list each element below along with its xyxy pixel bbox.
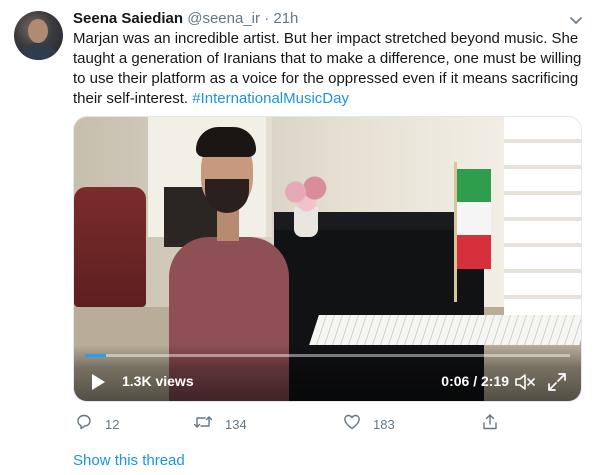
video-time: 0:06 / 2:19 xyxy=(441,373,509,389)
video-player[interactable]: 1.3K views 0:06 / 2:19 xyxy=(73,116,582,402)
like-count: 183 xyxy=(373,416,395,432)
scene-person-neck xyxy=(217,209,239,241)
scene-person-hair xyxy=(196,127,256,157)
retweet-icon xyxy=(193,413,213,436)
scene-armchair xyxy=(74,187,146,307)
avatar[interactable] xyxy=(14,11,63,60)
share-icon xyxy=(481,413,499,436)
video-progress-bar[interactable] xyxy=(85,354,570,357)
reply-button[interactable]: 12 xyxy=(75,413,119,435)
avatar-shirt xyxy=(18,43,59,60)
like-button[interactable]: 183 xyxy=(343,413,395,435)
chevron-down-icon[interactable] xyxy=(568,12,584,28)
video-progress-fill xyxy=(85,354,106,357)
reply-count: 12 xyxy=(105,416,120,432)
hashtag-link[interactable]: #InternationalMusicDay xyxy=(192,90,349,107)
tweet[interactable]: Seena Saiedian @seena_ir · 21h Marjan wa… xyxy=(0,0,602,475)
heart-icon xyxy=(343,413,361,436)
tweet-header: Seena Saiedian @seena_ir · 21h xyxy=(73,9,562,29)
retweet-button[interactable]: 134 xyxy=(193,413,247,435)
tweet-time[interactable]: 21h xyxy=(273,10,298,27)
reply-icon xyxy=(75,413,93,436)
video-controls: 1.3K views 0:06 / 2:19 xyxy=(74,345,581,401)
show-thread-link[interactable]: Show this thread xyxy=(73,452,185,469)
retweet-count: 134 xyxy=(225,416,247,432)
separator-dot: · xyxy=(264,10,270,27)
author-handle[interactable]: @seena_ir xyxy=(187,10,260,27)
share-button[interactable] xyxy=(481,413,499,435)
scene-piano-keys xyxy=(309,315,581,345)
avatar-face xyxy=(28,19,48,43)
tweet-text: Marjan was an incredible artist. But her… xyxy=(73,29,585,109)
fullscreen-icon[interactable] xyxy=(547,372,567,392)
tweet-actions: 12 134 183 xyxy=(73,413,573,435)
scene-stairs xyxy=(504,117,581,317)
scene-flag xyxy=(457,169,491,269)
speaker-muted-icon[interactable] xyxy=(514,373,536,391)
author-name[interactable]: Seena Saiedian xyxy=(73,10,183,27)
play-icon[interactable] xyxy=(88,372,108,392)
scene-flowers xyxy=(279,172,334,212)
view-count: 1.3K views xyxy=(122,373,194,389)
